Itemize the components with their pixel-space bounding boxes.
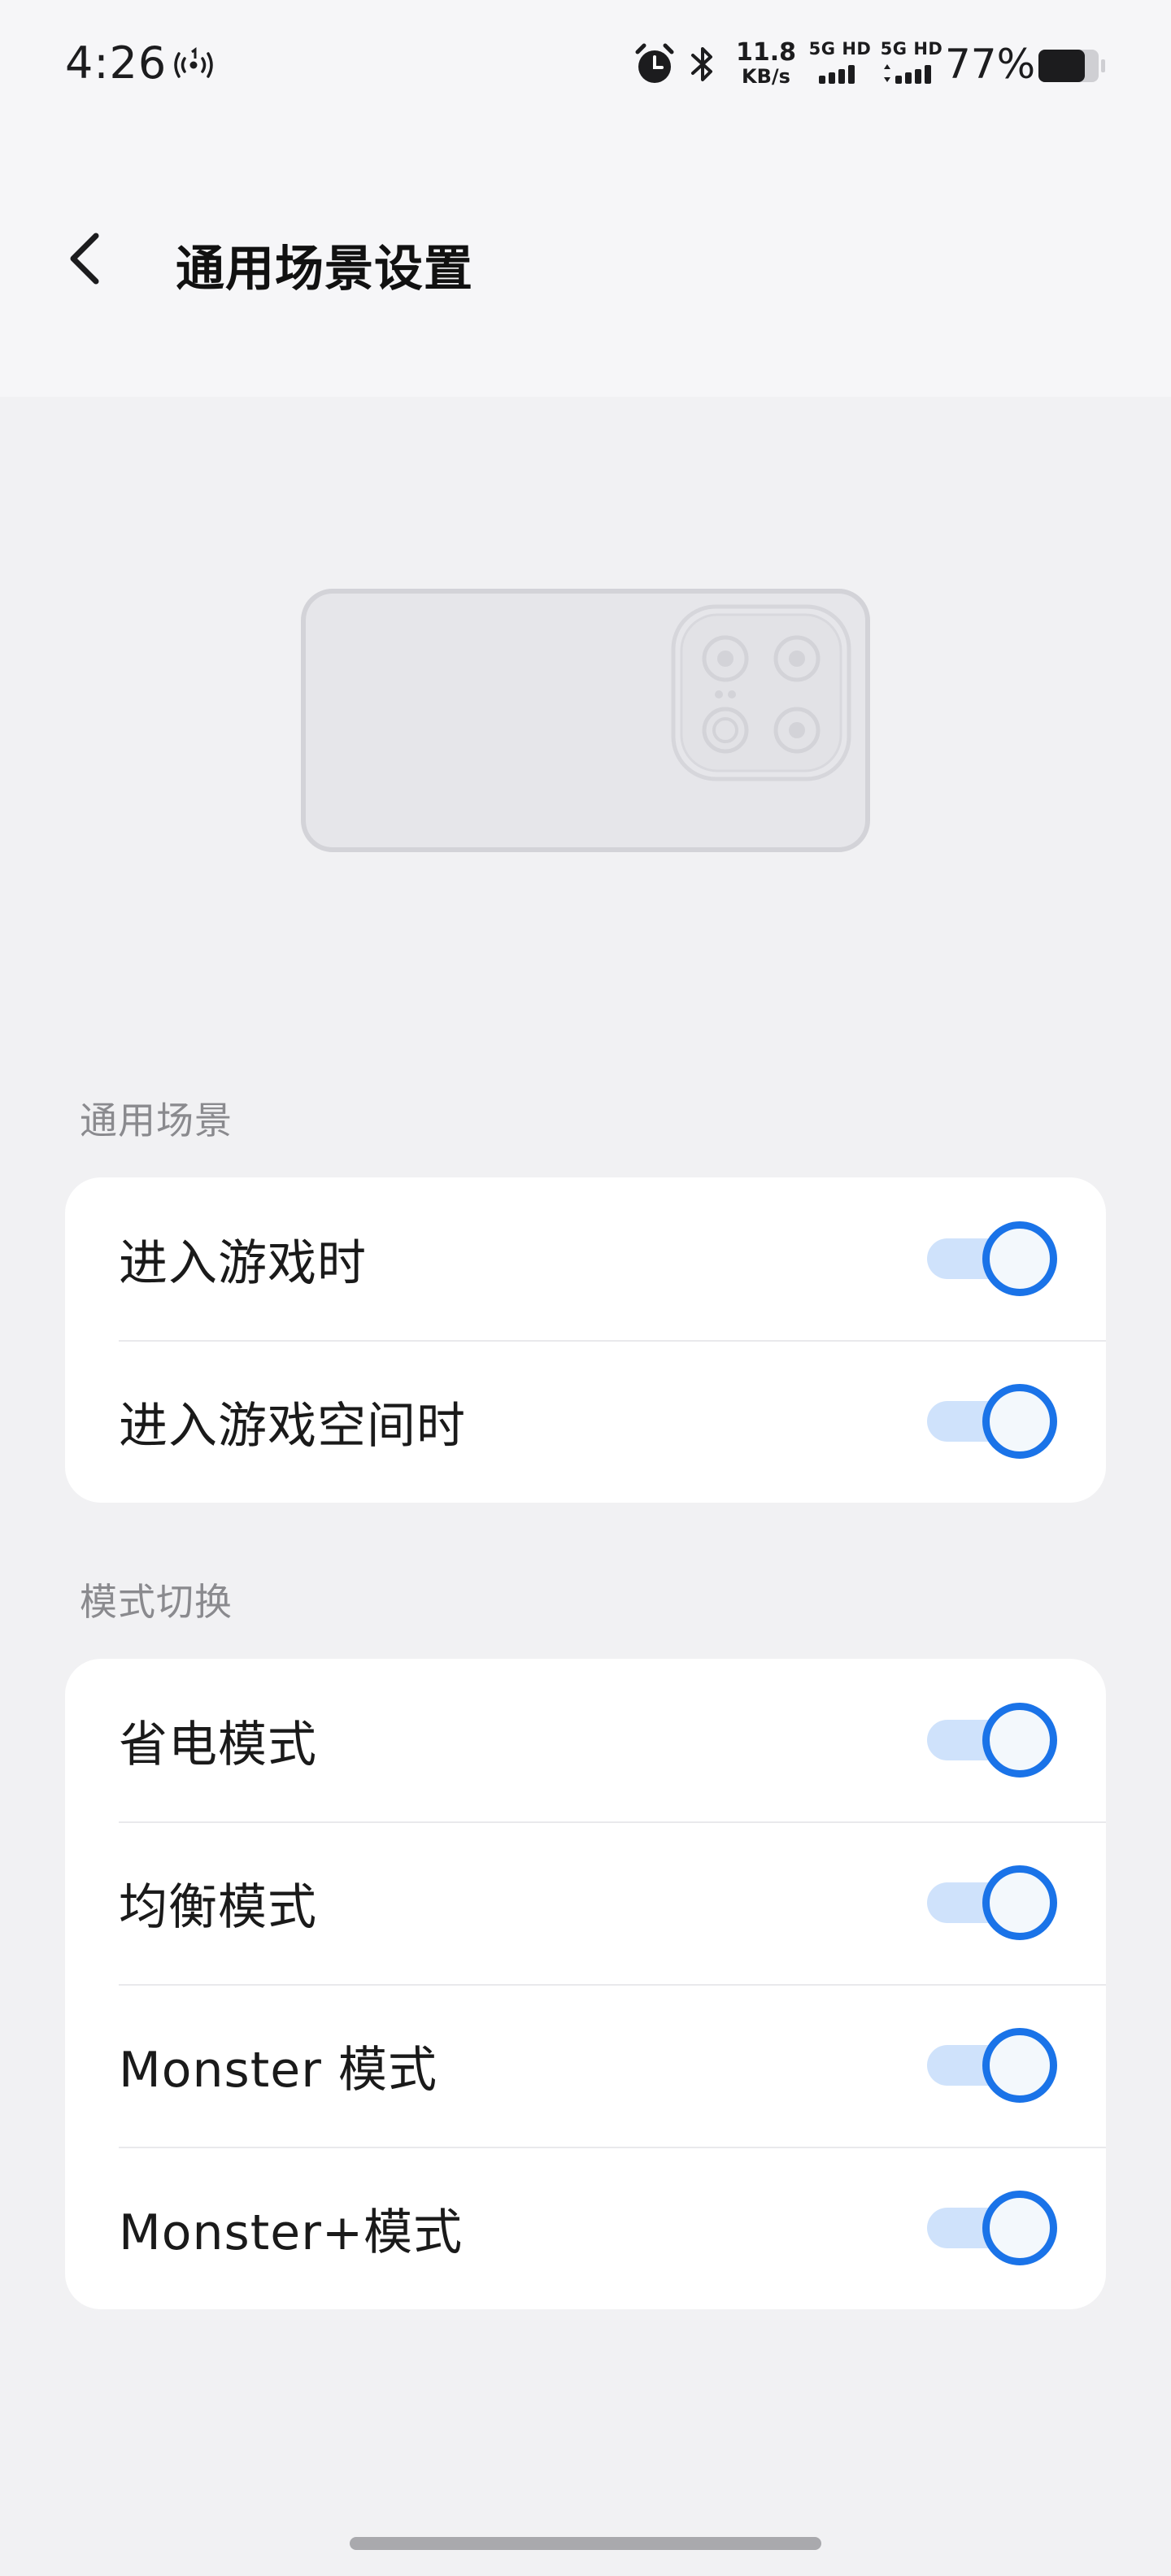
toggle-knob: [982, 1703, 1057, 1778]
list-item-enter-game[interactable]: 进入游戏时: [65, 1177, 1106, 1340]
signal-icon: 5G HD: [875, 41, 948, 89]
toggle-knob: [982, 2191, 1057, 2265]
toggle-monster-mode[interactable]: [927, 2028, 1057, 2103]
status-time: 4:26: [65, 37, 168, 89]
general-scenes-card: 进入游戏时 进入游戏空间时: [65, 1177, 1106, 1503]
toggle-knob: [982, 1865, 1057, 1940]
toggle-monster-plus-mode[interactable]: [927, 2191, 1057, 2265]
page-title: 通用场景设置: [176, 241, 473, 298]
list-item-label: Monster+模式: [119, 2204, 464, 2261]
home-indicator[interactable]: [350, 2537, 821, 2550]
bluetooth-icon: [685, 41, 720, 89]
list-item-monster-mode[interactable]: Monster 模式: [65, 1984, 1106, 2147]
toggle-knob: [982, 1221, 1057, 1296]
toggle-power-saving-mode[interactable]: [927, 1703, 1057, 1778]
toggle-enter-game-space[interactable]: [927, 1384, 1057, 1459]
toggle-balanced-mode[interactable]: [927, 1865, 1057, 1940]
section-title-mode-switch: 模式切换: [80, 1580, 233, 1624]
list-item-label: 均衡模式: [119, 1878, 317, 1936]
mode-switch-card: 省电模式 均衡模式 Monster 模式 Monster+模式: [65, 1659, 1106, 2309]
sim1-label: 5G HD: [808, 39, 872, 59]
network-speed-unit: KB/s: [742, 65, 790, 88]
toggle-knob: [982, 2028, 1057, 2103]
list-item-label: 省电模式: [119, 1716, 317, 1773]
phone-illustration: [301, 589, 870, 854]
hotspot-icon: [171, 47, 216, 83]
section-title-general-scenes: 通用场景: [80, 1099, 233, 1142]
list-item-balanced-mode[interactable]: 均衡模式: [65, 1821, 1106, 1984]
battery-percent: 77%: [945, 41, 1036, 88]
list-item-monster-plus-mode[interactable]: Monster+模式: [65, 2147, 1106, 2309]
toggle-knob: [982, 1384, 1057, 1459]
alarm-icon: [633, 41, 677, 89]
list-item-enter-game-space[interactable]: 进入游戏空间时: [65, 1340, 1106, 1503]
battery-icon: [1038, 49, 1106, 83]
signal-icon: 5G HD: [803, 41, 877, 89]
list-item-label: 进入游戏空间时: [119, 1397, 466, 1455]
sim2-label: 5G HD: [880, 39, 943, 59]
list-item-power-saving-mode[interactable]: 省电模式: [65, 1659, 1106, 1821]
chevron-left-icon: [65, 229, 104, 291]
list-item-label: Monster 模式: [119, 2041, 437, 2099]
toggle-enter-game[interactable]: [927, 1221, 1057, 1296]
status-bar: 4:26 11.8 KB/s 5G HD 5G HD 77%: [0, 0, 1171, 130]
network-speed: 11.8 KB/s: [735, 38, 797, 88]
list-item-label: 进入游戏时: [119, 1234, 367, 1292]
network-speed-value: 11.8: [735, 38, 797, 67]
back-button[interactable]: [65, 220, 130, 301]
